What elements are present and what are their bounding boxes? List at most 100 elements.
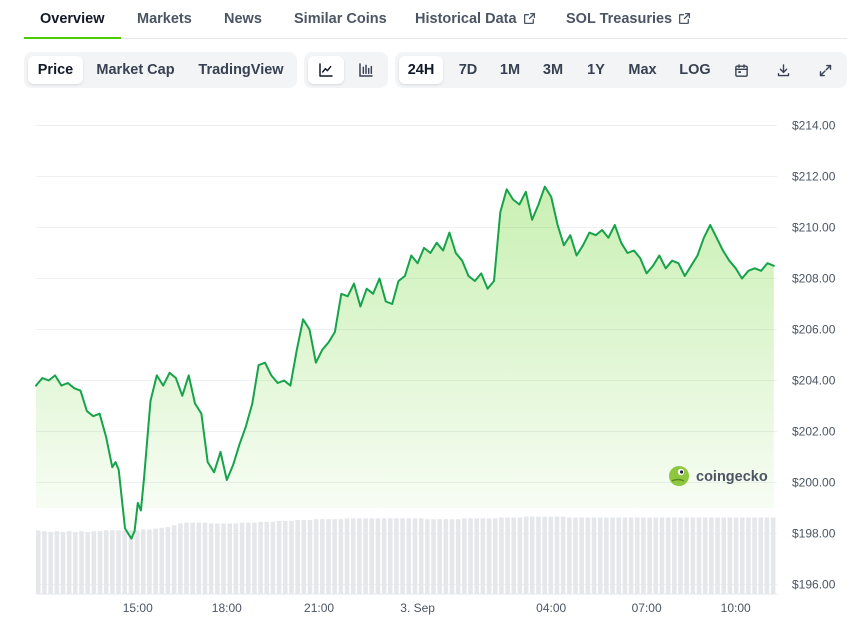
volume-bar <box>91 531 97 594</box>
price-chart[interactable]: $214.00 $212.00 $210.00 $208.00 $206.00 $204.… <box>0 100 847 620</box>
tradingview-view-button[interactable]: TradingView <box>189 56 293 84</box>
tab-news[interactable]: News <box>224 0 262 37</box>
y-tick-label: $200.00 <box>792 476 836 490</box>
volume-bar <box>394 518 399 594</box>
volume-bar <box>641 517 646 594</box>
y-axis: $214.00 $212.00 $210.00 $208.00 $206.00 $204.… <box>792 119 836 592</box>
range-3m-button[interactable]: 3M <box>533 56 573 84</box>
volume-bar <box>431 519 436 594</box>
range-7d-button[interactable]: 7D <box>449 56 487 84</box>
view-selector: Price Market Cap TradingView <box>24 52 297 88</box>
volume-bar <box>425 519 430 594</box>
volume-bar <box>696 517 702 594</box>
x-tick-label: 04:00 <box>536 601 566 615</box>
volume-bar <box>591 517 597 594</box>
volume-bar <box>523 516 529 594</box>
external-link-icon <box>679 12 691 25</box>
download-icon <box>777 63 789 76</box>
volume-bar <box>344 518 350 594</box>
volume-bar <box>579 517 584 594</box>
candlestick-icon <box>359 63 373 77</box>
fullscreen-button[interactable] <box>809 56 841 84</box>
range-max-button[interactable]: Max <box>621 56 664 84</box>
volume-bar <box>97 531 103 594</box>
volume-bar <box>715 517 720 594</box>
volume-bar <box>54 531 60 594</box>
log-scale-button[interactable]: LOG <box>671 56 719 84</box>
volume-bar <box>480 518 486 594</box>
volume-bar <box>702 517 708 594</box>
volume-bar <box>486 518 492 594</box>
tab-historical-data[interactable]: Historical Data <box>415 0 536 37</box>
volume-bar <box>66 531 72 594</box>
date-range-button[interactable] <box>725 56 757 84</box>
volume-bar <box>301 520 307 594</box>
volume-bar <box>171 525 177 594</box>
volume-bar <box>276 520 282 594</box>
tab-overview[interactable]: Overview <box>24 0 120 39</box>
tab-markets[interactable]: Markets <box>137 0 192 37</box>
external-link-icon <box>523 12 535 25</box>
volume-bar <box>616 517 622 594</box>
volume-bar <box>770 517 776 594</box>
x-tick-label: 3. Sep <box>400 601 435 615</box>
volume-bar <box>320 519 325 594</box>
volume-bar <box>252 522 257 594</box>
volume-bar <box>363 518 368 594</box>
volume-bar <box>375 518 381 594</box>
volume-bar <box>597 517 603 594</box>
volume-bar <box>73 532 78 594</box>
volume-bar <box>128 530 134 594</box>
volume-bar <box>178 523 183 594</box>
volume-bar <box>289 520 294 594</box>
coingecko-watermark-text: coingecko <box>696 469 768 485</box>
x-tick-label: 21:00 <box>304 601 334 615</box>
line-chart-button[interactable] <box>308 56 344 84</box>
volume-bar <box>258 521 263 594</box>
tab-sol-treasuries-label: SOL Treasuries <box>566 11 673 27</box>
volume-bar <box>350 518 356 594</box>
volume-bar <box>208 523 214 594</box>
tab-sol-treasuries[interactable]: SOL Treasuries <box>566 0 691 37</box>
price-area <box>36 186 774 539</box>
tab-historical-data-label: Historical Data <box>415 11 517 27</box>
volume-bar <box>165 526 171 594</box>
volume-bar <box>147 529 152 594</box>
y-tick-label: $196.00 <box>792 578 836 592</box>
y-tick-label: $212.00 <box>792 170 836 184</box>
volume-bar <box>653 517 659 594</box>
volume-bar <box>443 519 449 594</box>
volume-bar <box>313 519 319 594</box>
market-cap-view-button[interactable]: Market Cap <box>88 56 183 84</box>
volume-bar <box>270 521 276 594</box>
volume-bar <box>326 519 331 594</box>
volume-bar <box>604 517 609 594</box>
volume-bar <box>659 517 665 594</box>
volume-bar <box>455 519 461 594</box>
volume-bar <box>418 518 424 594</box>
volume-bar <box>190 522 195 594</box>
volume-bar <box>567 517 572 594</box>
range-selector: 24H 7D 1M 3M 1Y Max LOG <box>395 52 847 88</box>
volume-bar <box>585 517 591 594</box>
volume-bar <box>721 517 726 594</box>
volume-bar <box>684 517 689 594</box>
range-24h-button[interactable]: 24H <box>399 56 443 84</box>
volume-bars <box>36 516 777 595</box>
download-button[interactable] <box>767 56 799 84</box>
volume-bar <box>752 517 757 594</box>
candlestick-chart-button[interactable] <box>348 56 384 84</box>
y-tick-label: $210.00 <box>792 221 836 235</box>
volume-bar <box>159 527 165 594</box>
range-1y-button[interactable]: 1Y <box>578 56 614 84</box>
volume-bar <box>387 518 393 594</box>
volume-bar <box>634 517 640 594</box>
volume-bar <box>499 517 504 594</box>
tab-similar-coins[interactable]: Similar Coins <box>294 0 387 37</box>
price-view-button[interactable]: Price <box>28 56 83 84</box>
volume-bar <box>560 516 566 594</box>
range-1m-button[interactable]: 1M <box>491 56 529 84</box>
volume-bar <box>530 516 535 594</box>
volume-bar <box>233 523 239 594</box>
volume-bar <box>110 530 115 594</box>
